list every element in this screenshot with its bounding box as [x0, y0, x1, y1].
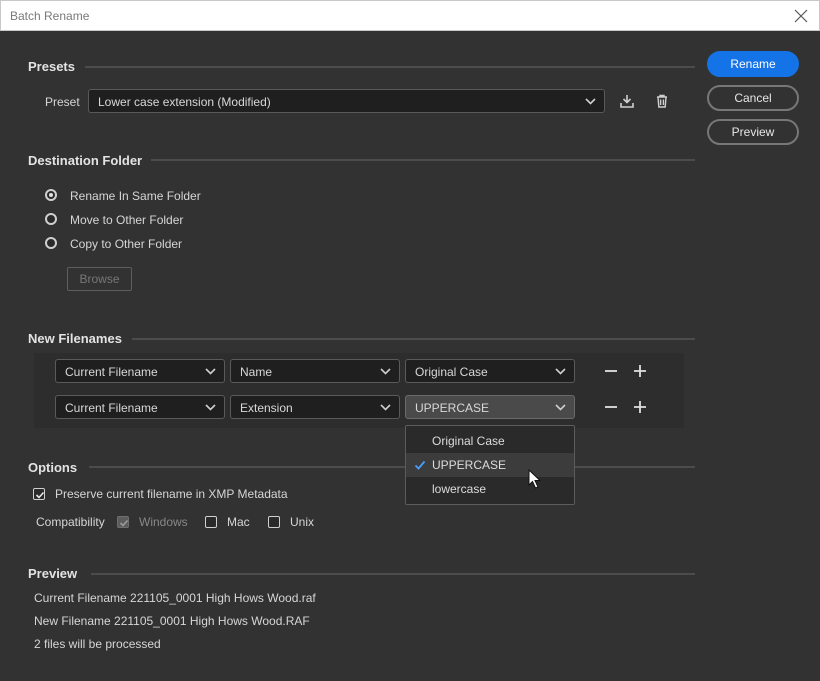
row2-part-value: Extension — [240, 401, 293, 415]
compatibility-label: Compatibility — [36, 515, 105, 529]
menu-item-uppercase[interactable]: UPPERCASE — [406, 453, 574, 477]
row2-case-select[interactable]: UPPERCASE — [405, 395, 575, 419]
save-preset-icon[interactable] — [618, 92, 636, 110]
mac-label: Mac — [227, 515, 250, 529]
row2-part-select[interactable]: Extension — [230, 395, 400, 419]
new-filenames-divider — [132, 338, 695, 340]
checkmark-icon — [414, 460, 426, 470]
preset-value: Lower case extension (Modified) — [98, 95, 271, 109]
remove-row-icon[interactable] — [604, 400, 618, 414]
radio-same-folder-label: Rename In Same Folder — [70, 189, 201, 203]
destination-divider — [151, 159, 695, 161]
row2-case-value: UPPERCASE — [415, 401, 490, 415]
menu-item-original-case[interactable]: Original Case — [406, 429, 574, 453]
menu-item-label: Original Case — [432, 434, 505, 448]
unix-label: Unix — [290, 515, 315, 529]
preview-divider — [91, 573, 695, 575]
preview-file-count: 2 files will be processed — [34, 637, 161, 651]
chevron-down-icon — [205, 368, 216, 375]
preset-select[interactable]: Lower case extension (Modified) — [88, 89, 605, 113]
menu-item-lowercase[interactable]: lowercase — [406, 477, 574, 501]
presets-divider — [85, 66, 695, 68]
new-filenames-heading: New Filenames — [28, 331, 122, 346]
title-bar: Batch Rename — [0, 0, 820, 31]
preview-button[interactable]: Preview — [707, 119, 799, 145]
unix-checkbox[interactable] — [268, 516, 280, 528]
mac-checkbox[interactable] — [205, 516, 217, 528]
radio-same-folder[interactable] — [45, 189, 57, 201]
preview-current-filename: Current Filename 221105_0001 High Hows W… — [34, 591, 316, 605]
destination-heading: Destination Folder — [28, 153, 143, 168]
cancel-button[interactable]: Cancel — [707, 85, 799, 111]
radio-move-folder[interactable] — [45, 213, 57, 225]
browse-button[interactable]: Browse — [67, 267, 132, 291]
radio-copy-folder[interactable] — [45, 237, 57, 249]
row2-source-value: Current Filename — [65, 401, 158, 415]
mouse-cursor-icon — [528, 469, 542, 489]
options-heading: Options — [28, 460, 78, 475]
row1-case-select[interactable]: Original Case — [405, 359, 575, 383]
row1-part-select[interactable]: Name — [230, 359, 400, 383]
menu-item-label: lowercase — [432, 482, 487, 496]
preview-heading: Preview — [28, 566, 78, 581]
presets-heading: Presets — [28, 59, 75, 74]
add-row-icon[interactable] — [633, 364, 647, 378]
chevron-down-icon — [205, 404, 216, 411]
radio-copy-folder-label: Copy to Other Folder — [70, 237, 183, 251]
options-divider-right — [575, 466, 695, 468]
row2-source-select[interactable]: Current Filename — [55, 395, 225, 419]
windows-label: Windows — [139, 515, 188, 529]
row1-source-value: Current Filename — [65, 365, 158, 379]
menu-item-label: UPPERCASE — [432, 458, 507, 472]
chevron-down-icon — [555, 404, 566, 411]
windows-checkbox[interactable] — [117, 516, 129, 528]
add-row-icon[interactable] — [633, 400, 647, 414]
preview-new-filename: New Filename 221105_0001 High Hows Wood.… — [34, 614, 310, 628]
case-dropdown-menu: Original Case UPPERCASE lowercase — [405, 425, 575, 505]
checkmark-icon — [35, 491, 45, 499]
close-icon[interactable] — [791, 6, 811, 26]
row1-part-value: Name — [240, 365, 273, 379]
remove-row-icon[interactable] — [604, 364, 618, 378]
chevron-down-icon — [585, 98, 596, 105]
rename-button[interactable]: Rename — [707, 51, 799, 77]
trash-icon[interactable] — [653, 92, 671, 110]
checkmark-icon — [119, 519, 129, 527]
preserve-xmp-checkbox[interactable] — [33, 488, 45, 500]
chevron-down-icon — [555, 368, 566, 375]
radio-move-folder-label: Move to Other Folder — [70, 213, 184, 227]
preserve-xmp-label: Preserve current filename in XMP Metadat… — [55, 487, 288, 501]
row1-case-value: Original Case — [415, 365, 488, 379]
options-divider — [89, 466, 405, 468]
chevron-down-icon — [380, 368, 391, 375]
window-title: Batch Rename — [10, 9, 90, 23]
chevron-down-icon — [380, 404, 391, 411]
preset-label: Preset — [45, 95, 80, 109]
row1-source-select[interactable]: Current Filename — [55, 359, 225, 383]
